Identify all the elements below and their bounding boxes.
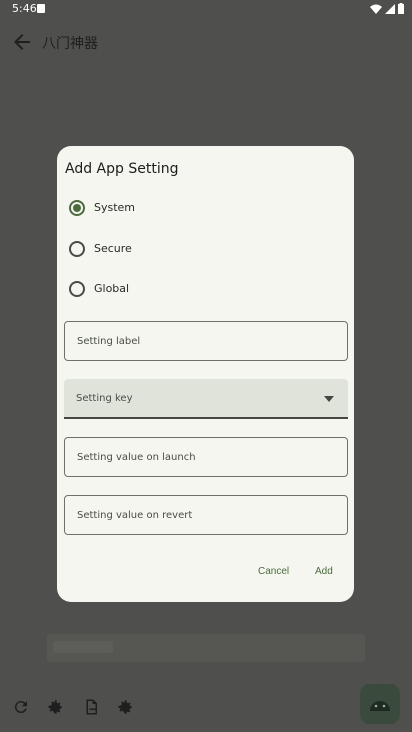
notification-icon	[37, 4, 45, 13]
radio-system[interactable]: System	[69, 197, 269, 221]
setting-value-launch-field[interactable]: Setting value on launch	[64, 437, 348, 477]
radio-button-checked[interactable]	[69, 200, 85, 216]
app-bar: 八门神器	[0, 24, 412, 60]
setting-key-dropdown[interactable]: Setting key	[64, 379, 348, 419]
arrow-back-icon	[14, 34, 30, 50]
background-field	[47, 634, 365, 662]
battery-icon	[398, 3, 404, 14]
android-icon	[370, 701, 390, 711]
radio-button[interactable]	[69, 241, 85, 257]
cancel-button[interactable]: Cancel	[258, 566, 289, 577]
radio-label-global: Global	[94, 282, 130, 295]
export-icon	[86, 699, 97, 715]
refresh-icon	[14, 701, 27, 714]
gear-icon	[48, 700, 62, 714]
radio-global[interactable]: Global	[69, 278, 269, 302]
setting-value-launch-placeholder: Setting value on launch	[77, 452, 196, 463]
status-icons	[370, 3, 404, 14]
export-button[interactable]	[78, 694, 104, 720]
radio-button[interactable]	[69, 281, 85, 297]
setting-label-placeholder: Setting label	[77, 336, 141, 347]
add-app-setting-dialog: Add App Setting System Secure Global Set…	[57, 146, 354, 602]
fab-button[interactable]	[360, 684, 400, 724]
radio-label-secure: Secure	[94, 242, 132, 255]
radio-secure[interactable]: Secure	[69, 238, 269, 262]
add-button[interactable]: Add	[315, 566, 333, 577]
app-title: 八门神器	[42, 36, 98, 52]
setting-label-field[interactable]: Setting label	[64, 321, 348, 361]
settings-star-button[interactable]	[112, 694, 138, 720]
setting-value-revert-field[interactable]: Setting value on revert	[64, 495, 348, 535]
refresh-button[interactable]	[8, 694, 34, 720]
signal-icon	[385, 3, 395, 14]
status-time: 5:46	[12, 2, 37, 15]
setting-key-placeholder: Setting key	[76, 393, 133, 404]
background-field-hint	[53, 641, 113, 653]
settings-button[interactable]	[42, 694, 68, 720]
wifi-icon	[370, 4, 382, 14]
gear-star-icon	[118, 700, 132, 714]
setting-value-revert-placeholder: Setting value on revert	[77, 510, 193, 521]
radio-label-system: System	[94, 201, 136, 214]
bottom-app-bar	[0, 684, 412, 732]
status-bar: 5:46	[0, 0, 412, 18]
dropdown-arrow-icon	[324, 396, 334, 402]
dialog-title: Add App Setting	[65, 161, 179, 177]
back-button[interactable]	[10, 30, 34, 54]
